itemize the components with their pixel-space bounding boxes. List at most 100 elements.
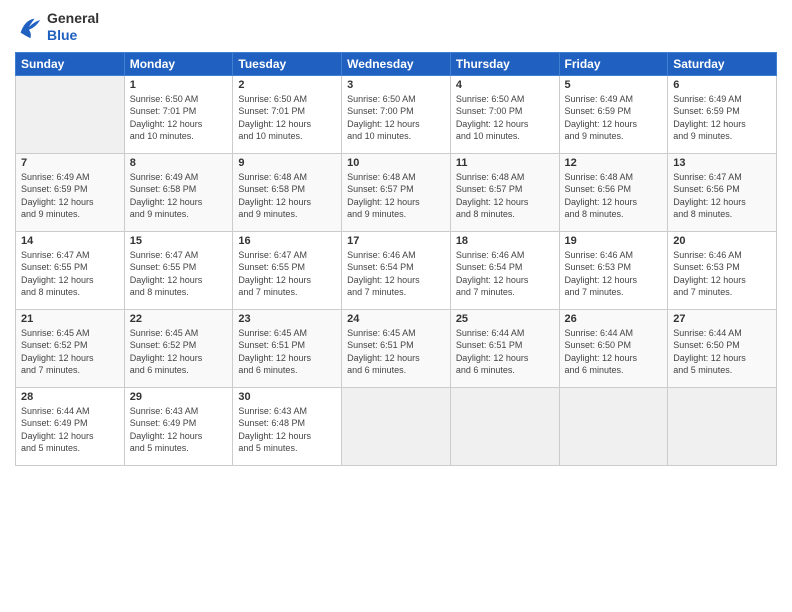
day-info: Sunrise: 6:49 AMSunset: 6:58 PMDaylight:… (130, 171, 228, 221)
calendar-cell-w1-d6: 13Sunrise: 6:47 AMSunset: 6:56 PMDayligh… (668, 153, 777, 231)
day-info: Sunrise: 6:46 AMSunset: 6:54 PMDaylight:… (456, 249, 554, 299)
day-number: 12 (565, 157, 663, 169)
day-info: Sunrise: 6:47 AMSunset: 6:55 PMDaylight:… (21, 249, 119, 299)
weekday-header-friday: Friday (559, 52, 668, 75)
weekday-header-tuesday: Tuesday (233, 52, 342, 75)
day-number: 25 (456, 313, 554, 325)
calendar-cell-w1-d0: 7 Sunrise: 6:49 AMSunset: 6:59 PMDaylight… (16, 153, 125, 231)
calendar-cell-w0-d5: 5 Sunrise: 6:49 AMSunset: 6:59 PMDaylight… (559, 75, 668, 153)
day-info: Sunrise: 6:48 AMSunset: 6:57 PMDaylight:… (456, 171, 554, 221)
day-number: 4 (456, 79, 554, 91)
day-number: 29 (130, 391, 228, 403)
calendar-cell-w4-d2: 30 Sunrise: 6:43 AMSunset: 6:48 PMDayligh… (233, 387, 342, 465)
day-number: 5 (565, 79, 663, 91)
day-info: Sunrise: 6:43 AMSunset: 6:49 PMDaylight:… (130, 405, 228, 455)
day-info: Sunrise: 6:50 AMSunset: 7:00 PMDaylight:… (347, 93, 445, 143)
day-info: Sunrise: 6:47 AMSunset: 6:55 PMDaylight:… (130, 249, 228, 299)
calendar-cell-w1-d2: 9 Sunrise: 6:48 AMSunset: 6:58 PMDaylight… (233, 153, 342, 231)
calendar-cell-w2-d2: 16 Sunrise: 6:47 AMSunset: 6:55 PMDayligh… (233, 231, 342, 309)
day-number: 16 (238, 235, 336, 247)
day-info: Sunrise: 6:48 AMSunset: 6:56 PMDaylight:… (565, 171, 663, 221)
day-number: 10 (347, 157, 445, 169)
calendar-cell-w3-d6: 27Sunrise: 6:44 AMSunset: 6:50 PMDayligh… (668, 309, 777, 387)
calendar-cell-w4-d4 (450, 387, 559, 465)
day-number: 23 (238, 313, 336, 325)
weekday-header-wednesday: Wednesday (342, 52, 451, 75)
day-info: Sunrise: 6:50 AMSunset: 7:01 PMDaylight:… (238, 93, 336, 143)
day-info: Sunrise: 6:50 AMSunset: 7:01 PMDaylight:… (130, 93, 228, 143)
day-number: 15 (130, 235, 228, 247)
day-number: 6 (673, 79, 771, 91)
day-info: Sunrise: 6:49 AMSunset: 6:59 PMDaylight:… (565, 93, 663, 143)
calendar-cell-w3-d0: 21 Sunrise: 6:45 AMSunset: 6:52 PMDayligh… (16, 309, 125, 387)
day-number: 11 (456, 157, 554, 169)
calendar-cell-w4-d3 (342, 387, 451, 465)
calendar-cell-w0-d4: 4 Sunrise: 6:50 AMSunset: 7:00 PMDaylight… (450, 75, 559, 153)
day-number: 19 (565, 235, 663, 247)
day-info: Sunrise: 6:45 AMSunset: 6:52 PMDaylight:… (130, 327, 228, 377)
day-info: Sunrise: 6:47 AMSunset: 6:55 PMDaylight:… (238, 249, 336, 299)
weekday-header-thursday: Thursday (450, 52, 559, 75)
calendar-cell-w1-d1: 8 Sunrise: 6:49 AMSunset: 6:58 PMDaylight… (124, 153, 233, 231)
calendar-cell-w1-d3: 10 Sunrise: 6:48 AMSunset: 6:57 PMDayligh… (342, 153, 451, 231)
day-info: Sunrise: 6:45 AMSunset: 6:52 PMDaylight:… (21, 327, 119, 377)
day-info: Sunrise: 6:47 AMSunset: 6:56 PMDaylight:… (673, 171, 771, 221)
day-number: 30 (238, 391, 336, 403)
day-number: 26 (565, 313, 663, 325)
day-info: Sunrise: 6:46 AMSunset: 6:53 PMDaylight:… (565, 249, 663, 299)
calendar-cell-w3-d3: 24 Sunrise: 6:45 AMSunset: 6:51 PMDayligh… (342, 309, 451, 387)
day-info: Sunrise: 6:44 AMSunset: 6:49 PMDaylight:… (21, 405, 119, 455)
weekday-header-saturday: Saturday (668, 52, 777, 75)
day-number: 21 (21, 313, 119, 325)
calendar-cell-w4-d0: 28Sunrise: 6:44 AMSunset: 6:49 PMDayligh… (16, 387, 125, 465)
calendar-cell-w0-d3: 3 Sunrise: 6:50 AMSunset: 7:00 PMDaylight… (342, 75, 451, 153)
day-number: 3 (347, 79, 445, 91)
day-number: 22 (130, 313, 228, 325)
calendar-cell-w0-d1: 1Sunrise: 6:50 AMSunset: 7:01 PMDaylight… (124, 75, 233, 153)
logo-text: General Blue (47, 10, 99, 44)
day-number: 14 (21, 235, 119, 247)
calendar-cell-w4-d1: 29 Sunrise: 6:43 AMSunset: 6:49 PMDayligh… (124, 387, 233, 465)
calendar-cell-w4-d5 (559, 387, 668, 465)
logo-bird-icon (15, 13, 43, 41)
day-info: Sunrise: 6:44 AMSunset: 6:51 PMDaylight:… (456, 327, 554, 377)
day-number: 24 (347, 313, 445, 325)
calendar-cell-w2-d1: 15 Sunrise: 6:47 AMSunset: 6:55 PMDayligh… (124, 231, 233, 309)
logo: General Blue (15, 10, 99, 44)
day-info: Sunrise: 6:50 AMSunset: 7:00 PMDaylight:… (456, 93, 554, 143)
day-info: Sunrise: 6:45 AMSunset: 6:51 PMDaylight:… (238, 327, 336, 377)
calendar-cell-w2-d3: 17 Sunrise: 6:46 AMSunset: 6:54 PMDayligh… (342, 231, 451, 309)
day-number: 9 (238, 157, 336, 169)
day-info: Sunrise: 6:49 AMSunset: 6:59 PMDaylight:… (21, 171, 119, 221)
day-info: Sunrise: 6:45 AMSunset: 6:51 PMDaylight:… (347, 327, 445, 377)
calendar-cell-w3-d5: 26 Sunrise: 6:44 AMSunset: 6:50 PMDayligh… (559, 309, 668, 387)
calendar-cell-w2-d6: 20Sunrise: 6:46 AMSunset: 6:53 PMDayligh… (668, 231, 777, 309)
calendar-cell-w3-d2: 23 Sunrise: 6:45 AMSunset: 6:51 PMDayligh… (233, 309, 342, 387)
calendar-cell-w3-d4: 25 Sunrise: 6:44 AMSunset: 6:51 PMDayligh… (450, 309, 559, 387)
calendar-cell-w2-d4: 18 Sunrise: 6:46 AMSunset: 6:54 PMDayligh… (450, 231, 559, 309)
calendar-cell-w2-d0: 14 Sunrise: 6:47 AMSunset: 6:55 PMDayligh… (16, 231, 125, 309)
page-header: General Blue (15, 10, 777, 44)
day-info: Sunrise: 6:43 AMSunset: 6:48 PMDaylight:… (238, 405, 336, 455)
weekday-header-monday: Monday (124, 52, 233, 75)
day-number: 7 (21, 157, 119, 169)
day-info: Sunrise: 6:49 AMSunset: 6:59 PMDaylight:… (673, 93, 771, 143)
calendar-cell-w3-d1: 22 Sunrise: 6:45 AMSunset: 6:52 PMDayligh… (124, 309, 233, 387)
weekday-header-sunday: Sunday (16, 52, 125, 75)
day-number: 8 (130, 157, 228, 169)
day-info: Sunrise: 6:48 AMSunset: 6:58 PMDaylight:… (238, 171, 336, 221)
day-number: 17 (347, 235, 445, 247)
day-info: Sunrise: 6:48 AMSunset: 6:57 PMDaylight:… (347, 171, 445, 221)
calendar-cell-w0-d2: 2 Sunrise: 6:50 AMSunset: 7:01 PMDaylight… (233, 75, 342, 153)
day-info: Sunrise: 6:44 AMSunset: 6:50 PMDaylight:… (565, 327, 663, 377)
day-number: 20 (673, 235, 771, 247)
calendar-cell-w4-d6 (668, 387, 777, 465)
day-number: 2 (238, 79, 336, 91)
day-number: 18 (456, 235, 554, 247)
calendar-cell-w2-d5: 19 Sunrise: 6:46 AMSunset: 6:53 PMDayligh… (559, 231, 668, 309)
day-info: Sunrise: 6:46 AMSunset: 6:54 PMDaylight:… (347, 249, 445, 299)
day-info: Sunrise: 6:44 AMSunset: 6:50 PMDaylight:… (673, 327, 771, 377)
calendar-table: SundayMondayTuesdayWednesdayThursdayFrid… (15, 52, 777, 466)
calendar-cell-w0-d0 (16, 75, 125, 153)
calendar-cell-w1-d4: 11 Sunrise: 6:48 AMSunset: 6:57 PMDayligh… (450, 153, 559, 231)
